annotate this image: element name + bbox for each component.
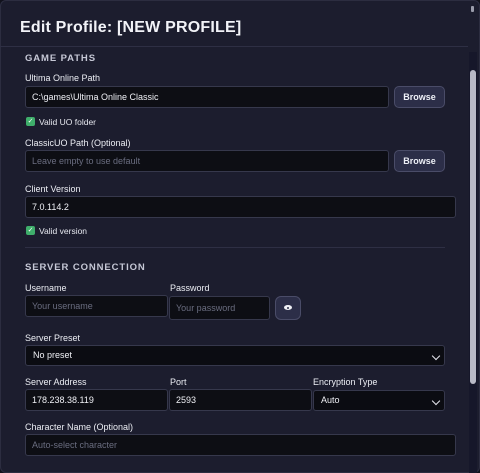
chevron-down-icon — [431, 351, 441, 361]
check-icon: ✓ — [26, 226, 35, 235]
username-label: Username — [25, 283, 67, 293]
window-title: Edit Profile: [NEW PROFILE] — [20, 19, 242, 36]
port-label: Port — [170, 377, 187, 387]
classicuo-path-label: ClassicUO Path (Optional) — [25, 138, 131, 148]
version-valid-label: Valid version — [39, 226, 88, 236]
chevron-down-icon — [431, 396, 441, 406]
uo-valid-label: Valid UO folder — [39, 117, 97, 127]
classicuo-path-input[interactable]: Leave empty to use default — [25, 150, 389, 172]
character-name-input[interactable]: Auto-select character — [25, 434, 456, 456]
port-input[interactable]: 2593 — [169, 389, 312, 411]
uo-path-label: Ultima Online Path — [25, 73, 101, 83]
section-title-game-paths: GAME PATHS — [25, 53, 96, 64]
edit-profile-window: Edit Profile: [NEW PROFILE] GAME PATHS U… — [0, 0, 480, 473]
server-address-input[interactable]: 178.238.38.119 — [25, 389, 168, 411]
encryption-label: Encryption Type — [313, 377, 378, 387]
server-preset-value: No preset — [33, 350, 73, 360]
server-preset-select[interactable]: No preset — [25, 345, 445, 366]
server-address-label: Server Address — [25, 377, 87, 387]
window-control-icon[interactable] — [471, 6, 474, 12]
server-preset-label: Server Preset — [25, 333, 81, 343]
check-icon: ✓ — [26, 117, 35, 126]
client-version-input[interactable]: 7.0.114.2 — [25, 196, 456, 218]
encryption-value: Auto — [321, 395, 340, 405]
section-divider — [25, 247, 445, 248]
password-input[interactable]: Your password — [169, 296, 270, 320]
section-title-server-connection: SERVER CONNECTION — [25, 262, 146, 273]
eye-icon[interactable] — [275, 296, 301, 320]
classicuo-browse-button[interactable]: Browse — [394, 150, 445, 172]
character-name-label: Character Name (Optional) — [25, 422, 134, 432]
header-divider — [0, 46, 468, 47]
username-input[interactable]: Your username — [25, 295, 168, 317]
client-version-label: Client Version — [25, 184, 81, 194]
scrollbar-thumb[interactable] — [470, 70, 476, 384]
uo-path-input[interactable]: C:\games\Ultima Online Classic — [25, 86, 389, 108]
password-label: Password — [170, 283, 210, 293]
encryption-select[interactable]: Auto — [313, 390, 445, 411]
uo-browse-button[interactable]: Browse — [394, 86, 445, 108]
